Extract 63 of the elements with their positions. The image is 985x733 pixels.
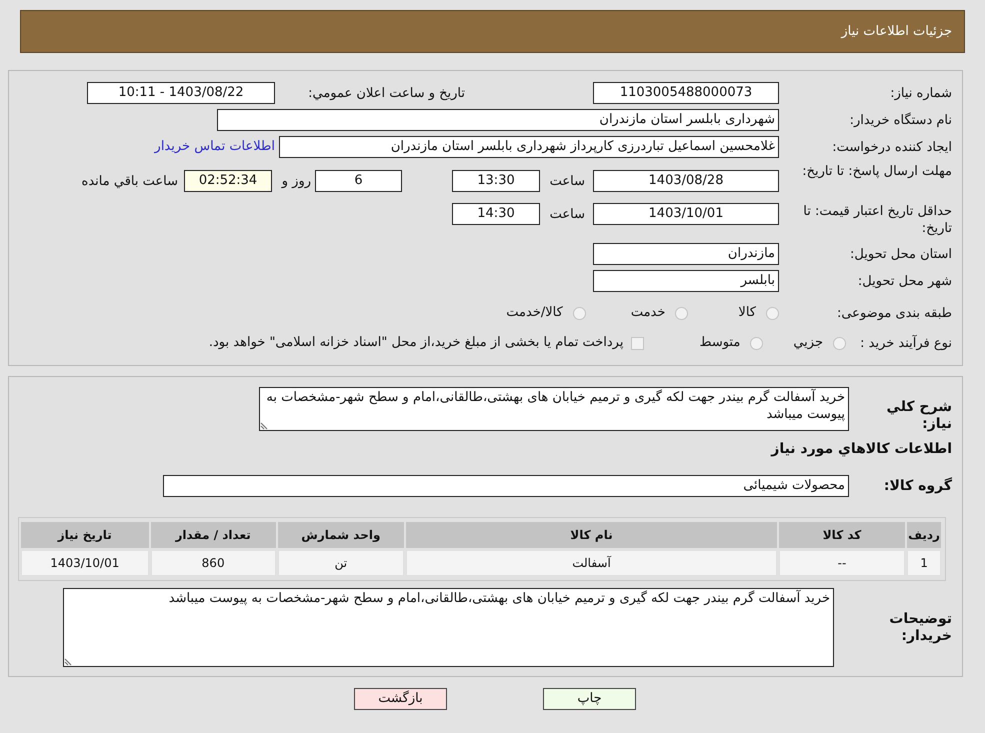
- column-header: نام کالا: [406, 522, 777, 548]
- field-label: توضیحات خریدار:: [888, 610, 952, 644]
- field-label: ساعت باقي مانده: [82, 172, 178, 190]
- resize-grip-icon[interactable]: [64, 657, 73, 666]
- text-field[interactable]: 1403/08/28: [593, 170, 779, 192]
- radio-button[interactable]: [572, 306, 586, 320]
- print-button[interactable]: چاپ: [543, 688, 636, 710]
- field-label: ساعت: [548, 172, 585, 190]
- text-field[interactable]: بابلسر: [593, 270, 779, 292]
- text-field[interactable]: محصولات شیمیائی: [163, 475, 849, 497]
- text-field[interactable]: 14:30: [452, 203, 540, 225]
- contact-link[interactable]: اطلاعات تماس خریدار: [154, 137, 275, 157]
- field-label: شماره نیاز:: [889, 84, 952, 102]
- field-label: نوع فرآیند خرید :: [859, 334, 952, 352]
- field-label: گروه کالا:: [882, 478, 952, 494]
- option-label: خدمت: [630, 304, 666, 322]
- field-label: تاريخ و ساعت اعلان عمومي:: [307, 84, 465, 102]
- field-label: حداقل تاریخ اعتبار قیمت: تا تاریخ:: [802, 203, 952, 237]
- field-label: مهلت ارسال پاسخ: تا تاریخ:: [801, 163, 952, 180]
- text-field[interactable]: 1403/10/01: [593, 203, 779, 225]
- table-cell: تن: [278, 550, 404, 576]
- table-cell: 1403/10/01: [21, 550, 149, 576]
- option-label: جزيي: [793, 334, 823, 352]
- text-field[interactable]: 1103005488000073: [593, 82, 779, 104]
- table-cell: --: [779, 550, 906, 576]
- field-label: طبقه بندی موضوعی:: [836, 304, 952, 322]
- text-field[interactable]: شهرداری بابلسر استان مازندران: [217, 109, 779, 131]
- option-label: کالا/خدمت: [506, 304, 563, 322]
- field-label: شرح کلي نياز:: [886, 398, 952, 433]
- option-label: کالا: [738, 304, 756, 322]
- table-cell: آسفالت: [406, 550, 777, 576]
- text-area[interactable]: خرید آسفالت گرم بیندر جهت لکه گیری و ترمیم خیابان های بهشتی،طالقانی،امام و سطح شهر-مشخصات به پیوست میباشد: [259, 387, 849, 431]
- text-field[interactable]: 1403/08/22 - 10:11: [87, 82, 275, 104]
- radio-button[interactable]: [766, 306, 779, 320]
- radio-button[interactable]: [750, 336, 764, 350]
- payment-note: پرداخت تمام یا بخشی از مبلغ خرید،از محل "اسناد خزانه اسلامی" خواهد بود.: [208, 334, 624, 352]
- page-title: جزئیات اطلاعات نیاز: [841, 22, 952, 41]
- field-label: شهر محل تحویل:: [856, 272, 952, 290]
- column-header: تعداد / مقدار: [150, 522, 276, 548]
- text-field[interactable]: غلامحسین اسماعیل تباردرزی کارپرداز شهرداری بابلسر استان مازندران: [279, 136, 779, 158]
- table-cell: 860: [150, 550, 276, 576]
- radio-button[interactable]: [675, 306, 688, 320]
- text-field[interactable]: 6: [315, 170, 402, 192]
- column-header: کد کالا: [779, 522, 906, 548]
- text-field[interactable]: مازندران: [593, 243, 779, 265]
- field-label: ایجاد کننده درخواست:: [831, 138, 952, 156]
- back-button[interactable]: بازگشت: [354, 688, 447, 710]
- countdown-field[interactable]: 02:52:34: [184, 170, 272, 192]
- option-label: متوسط: [699, 334, 740, 352]
- field-label: استان محل تحویل:: [849, 246, 952, 262]
- text-area[interactable]: خرید آسفالت گرم بیندر جهت لکه گیری و ترمیم خیابان های بهشتی،طالقانی،امام و سطح شهر-مشخصات به پیوست میباشد: [63, 588, 834, 667]
- resize-grip-icon[interactable]: [260, 421, 269, 430]
- field-label: نام دستگاه خریدار:: [848, 112, 952, 128]
- column-header: واحد شمارش: [278, 522, 404, 548]
- text-field[interactable]: 13:30: [452, 170, 540, 192]
- column-header: ردیف: [907, 522, 941, 548]
- field-label: ساعت: [548, 206, 585, 223]
- section-heading: اطلاعات کالاهاي مورد نياز: [770, 440, 952, 459]
- checkbox[interactable]: [631, 336, 644, 350]
- table-cell: 1: [907, 550, 941, 576]
- field-label: روز و: [280, 172, 311, 190]
- column-header: تاریخ نیاز: [21, 522, 149, 548]
- radio-button[interactable]: [833, 336, 846, 350]
